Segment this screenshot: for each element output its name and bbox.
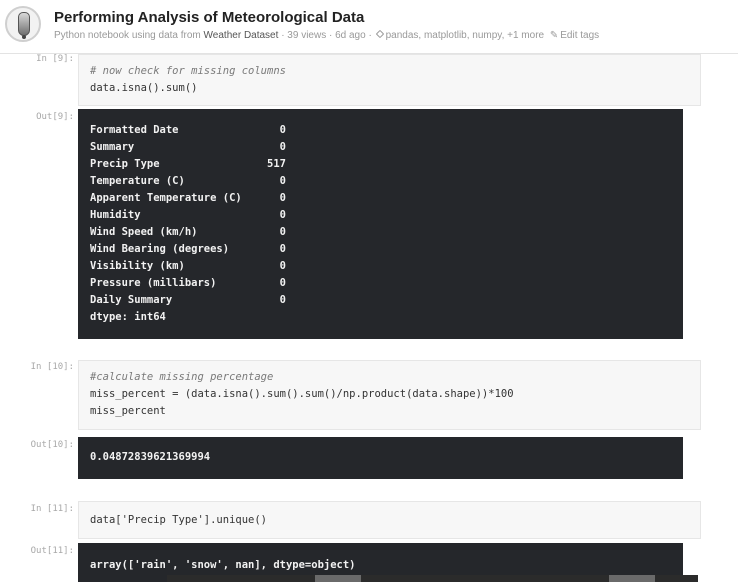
code-line: data['Precip Type'].unique() <box>90 514 268 526</box>
out-prompt-10: Out[10]: <box>30 440 74 450</box>
tag-icon <box>375 29 384 39</box>
series-key: Daily Summary <box>90 294 173 306</box>
series-value: 0 <box>279 226 286 238</box>
dataset-link[interactable]: Weather Dataset <box>204 30 279 41</box>
in-prompt-11: In [11]: <box>30 504 74 514</box>
horizontal-scrollbar[interactable] <box>167 575 698 582</box>
series-row: Daily Summary 0 <box>90 292 671 309</box>
series-row: Pressure (millibars) 0 <box>90 275 671 292</box>
code-cell-11[interactable]: data['Precip Type'].unique() <box>78 501 701 539</box>
dtype-line: dtype: int64 <box>90 311 166 323</box>
series-value: 0 <box>279 124 286 136</box>
code-comment: #calculate missing percentage <box>90 371 274 383</box>
series-row: Apparent Temperature (C) 0 <box>90 190 671 207</box>
meta-prefix: Python notebook using data from <box>54 30 201 41</box>
tags-list[interactable]: pandas, matplotlib, numpy, +1 more <box>386 30 545 41</box>
page-title: Performing Analysis of Meteorological Da… <box>54 9 365 26</box>
series-value: 0 <box>279 141 286 153</box>
series-row: Wind Bearing (degrees) 0 <box>90 241 671 258</box>
series-row: Formatted Date 0 <box>90 122 671 139</box>
code-line: miss_percent = (data.isna().sum().sum()/… <box>90 388 514 400</box>
kernel-header: Performing Analysis of Meteorological Da… <box>0 0 738 54</box>
series-key: Summary <box>90 141 135 153</box>
code-cell-9[interactable]: # now check for missing columns data.isn… <box>78 54 701 106</box>
edit-tags-link[interactable]: Edit tags <box>560 30 599 41</box>
out-prompt-9: Out[9]: <box>36 112 74 122</box>
series-key: Visibility (km) <box>90 260 185 272</box>
series-key: Pressure (millibars) <box>90 277 217 289</box>
in-prompt-9: In [9]: <box>36 54 74 64</box>
series-key: Humidity <box>90 209 141 221</box>
series-key: Wind Bearing (degrees) <box>90 243 230 255</box>
series-row: Summary 0 <box>90 139 671 156</box>
in-prompt-10: In [10]: <box>30 362 74 372</box>
series-value: 0 <box>279 175 286 187</box>
series-row: Precip Type 517 <box>90 156 671 173</box>
series-row: Humidity 0 <box>90 207 671 224</box>
output-cell-10: 0.04872839621369994 <box>78 437 683 479</box>
series-value: 0 <box>279 277 286 289</box>
pencil-icon: ✎ <box>549 30 559 41</box>
series-row: Temperature (C) 0 <box>90 173 671 190</box>
series-value: 517 <box>267 158 286 170</box>
series-value: 0 <box>279 260 286 272</box>
scrollbar-thumb[interactable] <box>609 575 655 582</box>
output-cell-9: Formatted Date 0 Summary 0 Precip Type 517 Tem… <box>78 109 683 339</box>
avatar[interactable] <box>5 6 41 42</box>
meta-stats: · 39 views · 6d ago · <box>281 30 372 41</box>
series-key: Wind Speed (km/h) <box>90 226 198 238</box>
wine-glass-stem <box>22 35 26 39</box>
code-line: data.isna().sum() <box>90 82 198 94</box>
series-value: 0 <box>279 243 286 255</box>
series-key: Temperature (C) <box>90 175 185 187</box>
series-row: Visibility (km) 0 <box>90 258 671 275</box>
scrollbar-thumb[interactable] <box>315 575 361 582</box>
series-key: Formatted Date <box>90 124 179 136</box>
code-cell-10[interactable]: #calculate missing percentage miss_perce… <box>78 360 701 430</box>
series-row: Wind Speed (km/h) 0 <box>90 224 671 241</box>
kernel-meta: Python notebook using data from Weather … <box>54 29 599 41</box>
output-value: array(['rain', 'snow', nan], dtype=objec… <box>90 559 356 571</box>
series-key: Apparent Temperature (C) <box>90 192 242 204</box>
series-value: 0 <box>279 192 286 204</box>
series-value: 0 <box>279 294 286 306</box>
out-prompt-11: Out[11]: <box>30 546 74 556</box>
code-line: miss_percent <box>90 405 166 417</box>
output-value: 0.04872839621369994 <box>90 451 211 463</box>
series-output: Formatted Date 0 Summary 0 Precip Type 517 Tem… <box>90 122 671 309</box>
series-value: 0 <box>279 209 286 221</box>
series-key: Precip Type <box>90 158 160 170</box>
wine-glass-icon <box>18 12 30 36</box>
code-comment: # now check for missing columns <box>90 65 286 77</box>
